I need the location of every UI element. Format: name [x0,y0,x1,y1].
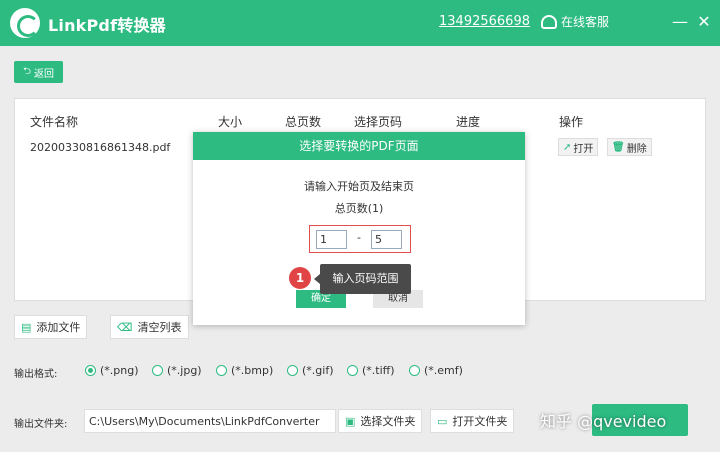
format-option-jpg[interactable]: (*.jpg) [152,364,202,377]
radio-selected-icon [85,365,96,376]
watermark: 知乎 @qvevideo [540,412,667,431]
radio-icon [152,365,163,376]
clear-icon: ⌫ [117,320,133,334]
column-header-page-selection: 选择页码 [354,115,403,129]
format-option-label: (*.jpg) [167,364,202,377]
clear-list-button[interactable]: ⌫ 清空列表 [110,315,189,339]
output-path-input[interactable] [84,409,336,433]
back-arrow-icon: ⮌ [22,65,31,77]
back-button[interactable]: ⮌ 返回 [14,61,63,83]
radio-icon [347,365,358,376]
end-page-input[interactable] [371,230,402,249]
online-service-label: 在线客服 [561,15,610,29]
folder-add-icon: ▤ [21,320,32,334]
open-label: 打开 [573,143,594,155]
column-header-progress: 进度 [456,115,481,129]
app-logo-icon [10,8,40,38]
format-option-bmp[interactable]: (*.bmp) [216,364,273,377]
title-bar: LinkPdf转换器 13492566698 在线客服 — ✕ [0,0,720,46]
back-label: 返回 [34,68,54,80]
open-file-button[interactable]: ➚ 打开 [558,138,599,156]
column-header-actions: 操作 [559,115,584,129]
range-separator: - [357,231,361,244]
dialog-title: 选择要转换的PDF页面 [193,132,525,160]
radio-icon [216,365,227,376]
phone-link[interactable]: 13492566698 [439,14,530,29]
online-service-button[interactable]: 在线客服 [541,13,609,30]
close-button[interactable]: ✕ [694,12,714,32]
format-option-png[interactable]: (*.png) [85,364,139,377]
format-option-tiff[interactable]: (*.tiff) [347,364,395,377]
open-folder-button[interactable]: ▭ 打开文件夹 [430,409,515,433]
column-header-filename: 文件名称 [30,115,79,129]
page-range-box: - [309,225,411,253]
minimize-button[interactable]: — [670,12,690,32]
column-header-total-pages: 总页数 [285,115,322,129]
dialog-prompt: 请输入开始页及结束页 [304,180,414,193]
clear-list-label: 清空列表 [137,321,182,334]
output-folder-label: 输出文件夹: [14,419,68,430]
format-option-label: (*.gif) [302,364,334,377]
row-filename: 20200330816861348.pdf [30,141,171,154]
output-format-label: 输出格式: [14,369,58,380]
app-title: LinkPdf转换器 [48,16,166,35]
format-option-gif[interactable]: (*.gif) [287,364,334,377]
delete-file-button[interactable]: 🗑 删除 [607,138,652,156]
folder-plus-icon: ▣ [345,414,356,428]
format-option-label: (*.tiff) [362,364,395,377]
page-range-tooltip: 输入页码范围 [314,264,411,294]
delete-label: 删除 [626,143,647,155]
format-option-emf[interactable]: (*.emf) [409,364,463,377]
start-page-input[interactable] [316,230,347,249]
headset-icon [541,14,557,29]
open-arrow-icon: ➚ [563,141,572,153]
choose-folder-label: 选择文件夹 [360,415,416,428]
format-option-label: (*.bmp) [231,364,274,377]
trash-icon: 🗑 [612,141,625,153]
add-file-button[interactable]: ▤ 添加文件 [14,315,88,339]
radio-icon [409,365,420,376]
format-option-label: (*.png) [100,364,139,377]
choose-folder-button[interactable]: ▣ 选择文件夹 [338,409,423,433]
folder-open-icon: ▭ [437,414,448,428]
add-file-label: 添加文件 [36,321,81,334]
column-header-size: 大小 [218,115,243,129]
step-badge: 1 [289,267,311,289]
dialog-total-pages: 总页数(1) [334,202,384,215]
page-range-dialog: 选择要转换的PDF页面 请输入开始页及结束页 总页数(1) - 确定 取消 [193,132,525,325]
open-folder-label: 打开文件夹 [452,415,508,428]
radio-icon [287,365,298,376]
format-option-label: (*.emf) [424,364,463,377]
